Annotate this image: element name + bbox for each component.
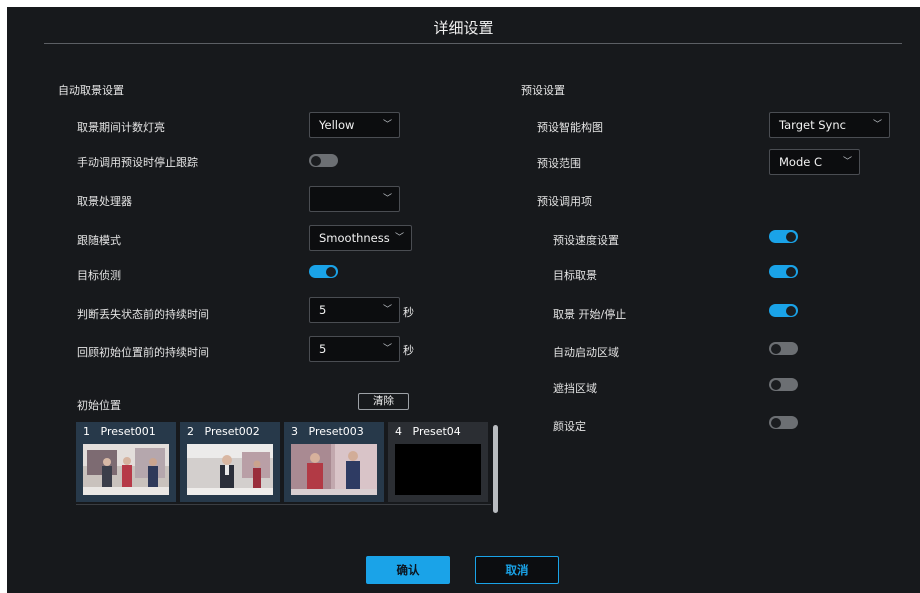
recall-target-framing-toggle[interactable] (769, 265, 798, 278)
auto-framing-section-title: 自动取景设置 (58, 84, 124, 97)
preset-3-label: 3 Preset003 (291, 425, 364, 438)
follow-mode-select[interactable]: Smoothness ﹀ (309, 225, 412, 251)
target-detection-label: 目标侦测 (77, 269, 121, 282)
recall-framing-start-stop-label: 取景 开始/停止 (553, 308, 627, 321)
follow-mode-value: Smoothness (319, 231, 390, 245)
recall-framing-start-stop-toggle[interactable] (769, 304, 798, 317)
preset-range-value: Mode C (779, 155, 823, 169)
return-duration-label: 回顾初始位置前的持续时间 (77, 346, 209, 359)
return-duration-value: 5 (319, 342, 327, 356)
preset-smart-composition-select[interactable]: Target Sync ﹀ (769, 112, 890, 138)
recall-color-setting-toggle[interactable] (769, 416, 798, 429)
preset-scrollbar[interactable] (493, 425, 498, 513)
preset-1-label: 1 Preset001 (83, 425, 156, 438)
detail-settings-dialog: 详细设置 自动取景设置 取景期间计数灯亮 Yellow ﹀ 手动调用预设时停止跟… (7, 7, 920, 593)
recall-color-setting-label: 颜设定 (553, 420, 586, 433)
recall-auto-start-area-toggle[interactable] (769, 342, 798, 355)
lost-duration-unit: 秒 (403, 306, 414, 319)
framing-processor-label: 取景处理器 (77, 195, 132, 208)
recall-target-framing-label: 目标取景 (553, 269, 597, 282)
preset-thumbnail-image (83, 444, 169, 495)
preset-tile-1[interactable]: 1 Preset001 (76, 422, 176, 502)
confirm-button[interactable]: 确认 (366, 556, 450, 584)
recall-speed-toggle[interactable] (769, 230, 798, 243)
chevron-down-icon: ﹀ (382, 120, 392, 130)
chevron-down-icon: ﹀ (394, 233, 404, 243)
preset-range-select[interactable]: Mode C ﹀ (769, 149, 860, 175)
dialog-title: 详细设置 (433, 19, 494, 37)
lost-duration-label: 判断丢失状态前的持续时间 (77, 308, 209, 321)
follow-mode-label: 跟随模式 (77, 234, 121, 247)
chevron-down-icon: ﹀ (382, 305, 392, 315)
recall-mask-area-toggle[interactable] (769, 378, 798, 391)
count-light-value: Yellow (319, 118, 355, 132)
stop-tracking-toggle[interactable] (309, 154, 338, 167)
lost-duration-value: 5 (319, 303, 327, 317)
lost-duration-select[interactable]: 5 ﹀ (309, 297, 400, 323)
preset-tile-2[interactable]: 2 Preset002 (180, 422, 280, 502)
recall-auto-start-area-label: 自动启动区域 (553, 346, 619, 359)
preset-2-label: 2 Preset002 (187, 425, 260, 438)
preset-list-divider (76, 504, 491, 505)
preset-4-label: 4 Preset04 (395, 425, 461, 438)
cancel-button[interactable]: 取消 (475, 556, 559, 584)
stop-tracking-label: 手动调用预设时停止跟踪 (77, 156, 198, 169)
count-light-select[interactable]: Yellow ﹀ (309, 112, 400, 138)
recall-speed-label: 预设速度设置 (553, 234, 619, 247)
chevron-down-icon: ﹀ (842, 157, 852, 167)
preset-list: 1 Preset001 2 Preset002 3 Preset003 4 Pr… (76, 422, 496, 515)
preset-tile-3[interactable]: 3 Preset003 (284, 422, 384, 502)
framing-processor-select[interactable]: ﹀ (309, 186, 400, 212)
clear-button[interactable]: 清除 (358, 393, 409, 410)
preset-thumbnail-image (291, 444, 377, 495)
title-divider (44, 43, 902, 44)
initial-position-label: 初始位置 (77, 399, 121, 412)
chevron-down-icon: ﹀ (382, 344, 392, 354)
preset-smart-composition-value: Target Sync (779, 118, 846, 132)
chevron-down-icon: ﹀ (382, 194, 392, 204)
preset-recall-items-label: 预设调用项 (537, 195, 592, 208)
count-light-label: 取景期间计数灯亮 (77, 121, 165, 134)
preset-thumbnail-empty (395, 444, 481, 495)
target-detection-toggle[interactable] (309, 265, 338, 278)
preset-range-label: 预设范围 (537, 157, 581, 170)
chevron-down-icon: ﹀ (872, 120, 882, 130)
return-duration-select[interactable]: 5 ﹀ (309, 336, 400, 362)
preset-settings-section-title: 预设设置 (521, 84, 565, 97)
return-duration-unit: 秒 (403, 344, 414, 357)
preset-thumbnail-image (187, 444, 273, 495)
preset-tile-4[interactable]: 4 Preset04 (388, 422, 488, 502)
recall-mask-area-label: 遮挡区域 (553, 382, 597, 395)
preset-smart-composition-label: 预设智能构图 (537, 121, 603, 134)
